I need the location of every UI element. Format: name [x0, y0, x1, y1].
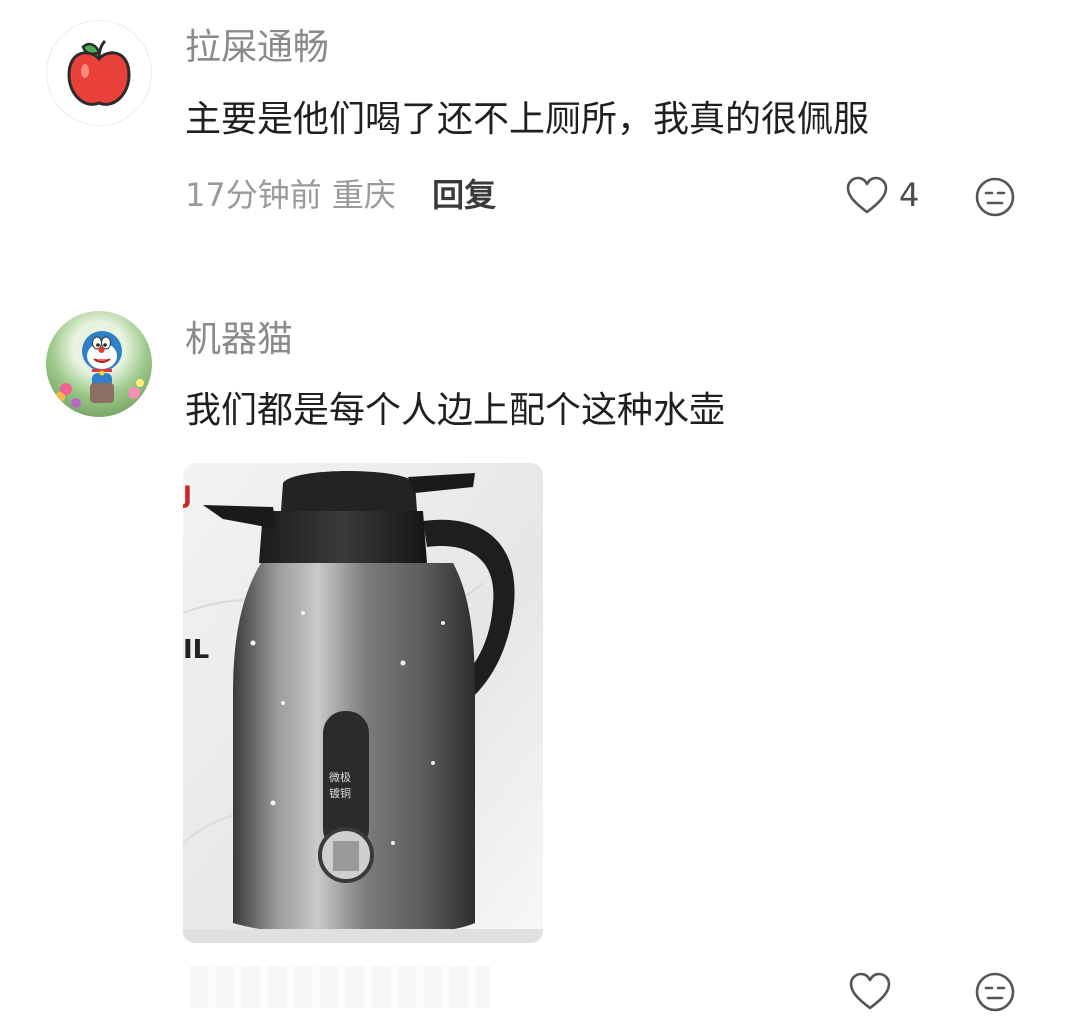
apple-icon: [67, 39, 131, 106]
heart-outline-icon[interactable]: [848, 972, 892, 1012]
svg-text:IL: IL: [183, 635, 209, 665]
avatar[interactable]: [46, 311, 152, 417]
comment-text: 主要是他们喝了还不上厕所，我真的很佩服: [185, 99, 870, 140]
like-count: 4: [899, 176, 920, 214]
heart-outline-icon[interactable]: [845, 176, 889, 216]
timestamp: 17分钟前: [185, 176, 322, 214]
comment-text: 我们都是每个人边上配个这种水壶: [185, 390, 726, 431]
reply-button[interactable]: 回复: [432, 176, 496, 214]
comment-image[interactable]: J IL 微极 镀铜: [183, 463, 543, 943]
svg-text:微极: 微极: [329, 770, 351, 784]
comment-meta-blurred: [190, 966, 490, 1008]
svg-text:J: J: [183, 481, 192, 509]
username[interactable]: 拉屎通畅: [185, 26, 329, 70]
thermos-kettle-image: J IL 微极 镀铜: [183, 463, 543, 943]
username[interactable]: 机器猫: [185, 318, 293, 362]
location: 重庆: [331, 176, 396, 214]
comment-item: 拉屎通畅 主要是他们喝了还不上厕所，我真的很佩服 17分钟前 重庆 回复 4: [0, 0, 1079, 250]
meh-face-icon[interactable]: [974, 176, 1016, 218]
comment-meta: 17分钟前 重庆 回复: [185, 175, 496, 215]
avatar[interactable]: [46, 20, 152, 126]
svg-text:镀铜: 镀铜: [329, 786, 351, 800]
meh-face-icon[interactable]: [974, 971, 1016, 1013]
doraemon-avatar: [55, 331, 144, 408]
